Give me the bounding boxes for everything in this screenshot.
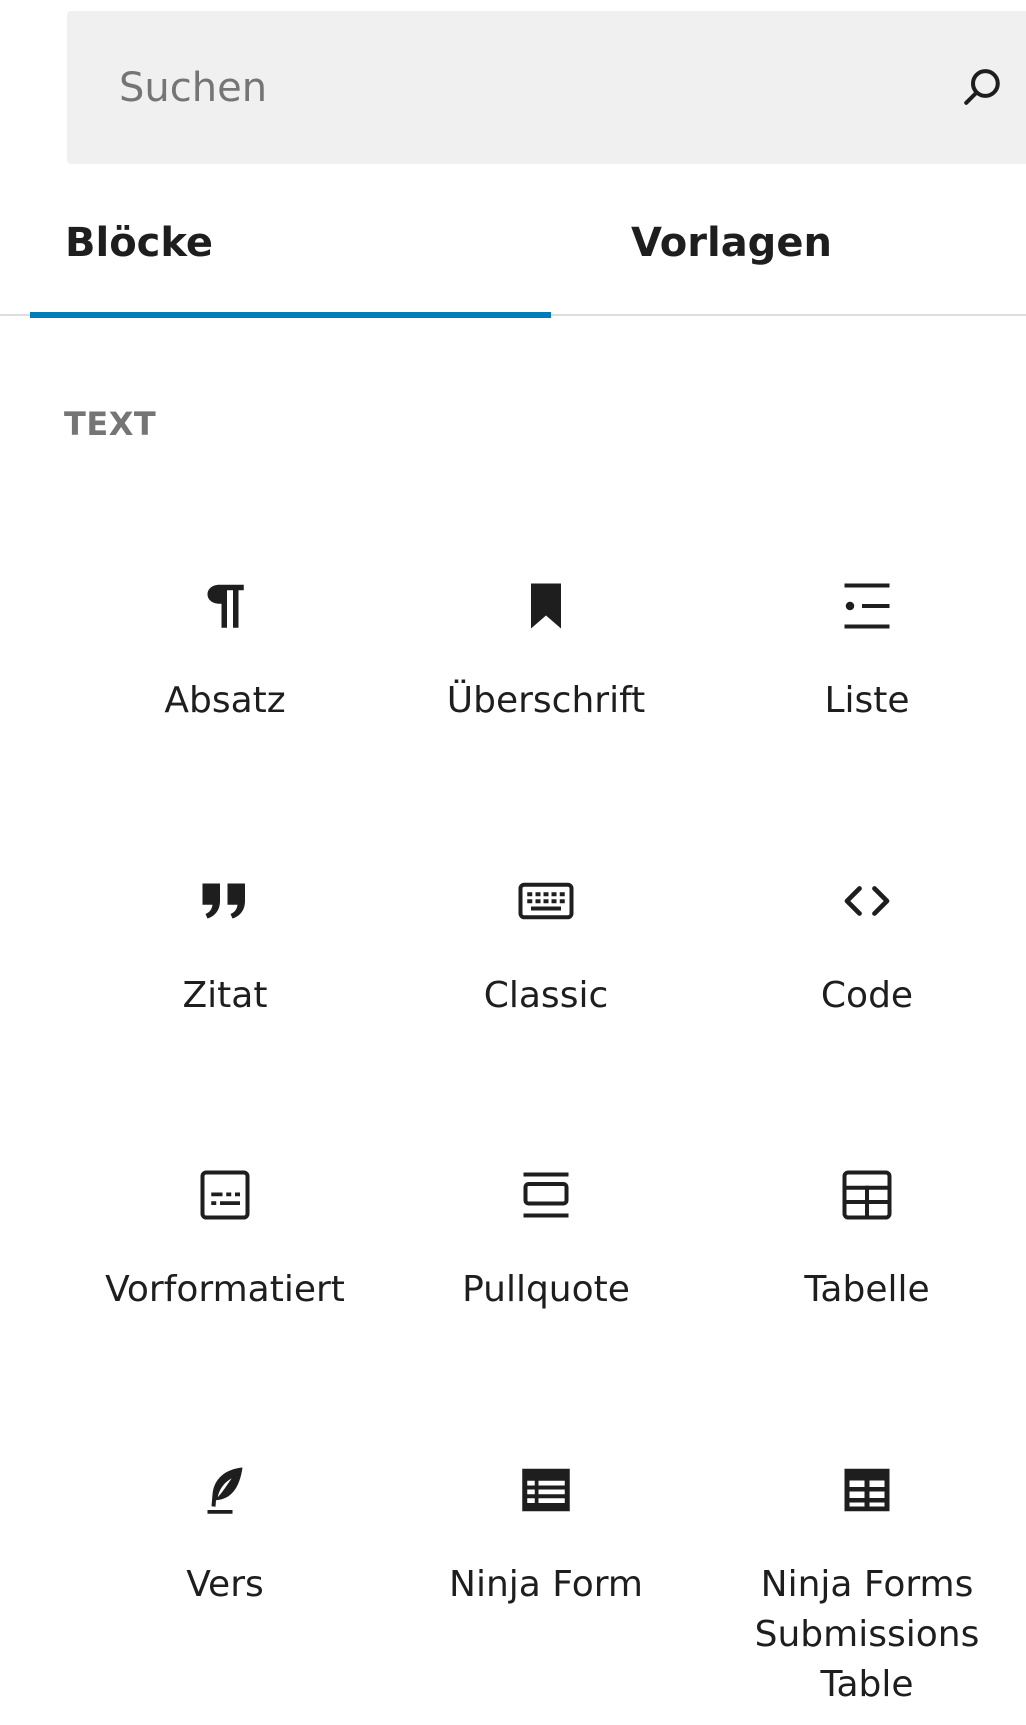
block-item-label: Überschrift: [446, 680, 646, 721]
block-item-code[interactable]: Code: [717, 871, 1017, 1131]
block-item-label: Zitat: [182, 975, 268, 1016]
verse-feather-icon: [195, 1460, 255, 1520]
quote-icon: [195, 871, 255, 931]
list-icon: [837, 576, 897, 636]
block-item-quote[interactable]: Zitat: [75, 871, 375, 1131]
block-item-ninja-form[interactable]: Ninja Form: [396, 1460, 696, 1720]
block-item-label: Absatz: [164, 680, 286, 721]
block-item-label: Liste: [824, 680, 910, 721]
block-item-label: Ninja Form: [449, 1564, 643, 1605]
block-item-label: Ninja Forms Submissions Table: [754, 1564, 980, 1705]
block-item-preformatted[interactable]: Vorformatiert: [75, 1165, 375, 1425]
submissions-table-icon: [837, 1460, 897, 1520]
block-item-label: Pullquote: [462, 1269, 630, 1310]
block-item-label: Vorformatiert: [105, 1269, 345, 1310]
block-item-classic[interactable]: Classic: [396, 871, 696, 1131]
block-inserter-panel: Blöcke Vorlagen TEXT Absatz Überschrift: [0, 0, 1026, 1725]
preformatted-icon: [195, 1165, 255, 1225]
block-item-verse[interactable]: Vers: [75, 1460, 375, 1720]
block-grid: Absatz Überschrift Liste Zitat Classic C…: [0, 0, 1026, 1725]
pullquote-icon: [516, 1165, 576, 1225]
block-item-label: Tabelle: [804, 1269, 930, 1310]
block-item-paragraph[interactable]: Absatz: [75, 576, 375, 836]
ninja-form-icon: [516, 1460, 576, 1520]
paragraph-icon: [195, 576, 255, 636]
table-icon: [837, 1165, 897, 1225]
block-item-pullquote[interactable]: Pullquote: [396, 1165, 696, 1425]
code-icon: [837, 871, 897, 931]
block-item-label: Code: [820, 975, 914, 1016]
block-item-label: Vers: [186, 1564, 264, 1605]
heading-bookmark-icon: [516, 576, 576, 636]
block-item-label: Classic: [483, 975, 609, 1016]
block-item-table[interactable]: Tabelle: [717, 1165, 1017, 1425]
keyboard-icon: [516, 871, 576, 931]
block-item-list[interactable]: Liste: [717, 576, 1017, 836]
block-item-heading[interactable]: Überschrift: [396, 576, 696, 836]
block-item-ninja-forms-submissions-table[interactable]: Ninja Forms Submissions Table: [717, 1460, 1017, 1720]
